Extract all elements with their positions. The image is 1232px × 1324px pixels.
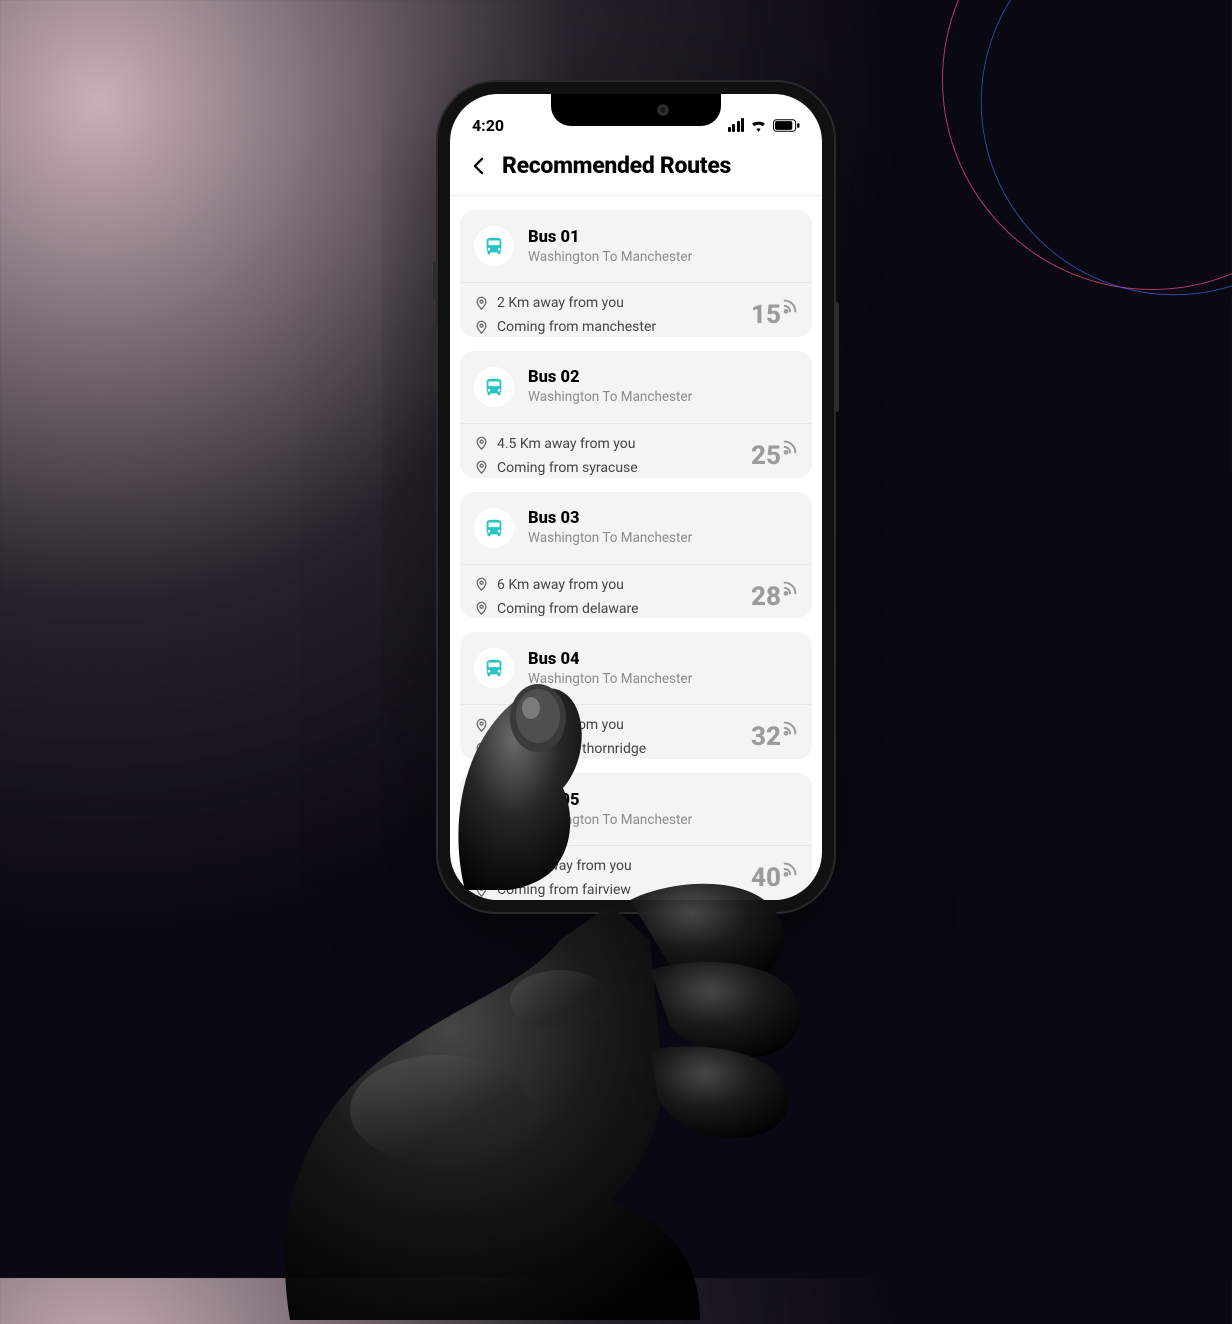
bus-route: Washington To Manchester <box>528 671 692 687</box>
location-icon <box>474 436 489 451</box>
signal-icon <box>782 861 798 877</box>
distance-text: 8 Km away from you <box>497 717 624 733</box>
distance-text: 10 Km away from you <box>497 858 632 874</box>
notch <box>551 94 721 126</box>
location-icon <box>474 883 489 898</box>
battery-icon <box>773 119 800 132</box>
bus-icon <box>474 367 514 407</box>
bus-icon <box>474 508 514 548</box>
bus-name: Bus 02 <box>528 368 692 387</box>
bus-icon <box>474 789 514 829</box>
passenger-count: 25 <box>751 443 781 469</box>
location-icon <box>474 320 489 335</box>
bus-route: Washington To Manchester <box>528 389 692 405</box>
phone-screen: 4:20 Recommended Routes <box>450 94 822 900</box>
bus-name: Bus 01 <box>528 228 692 247</box>
status-time: 4:20 <box>472 116 504 135</box>
location-icon <box>474 742 489 757</box>
route-card[interactable]: Bus 02 Washington To Manchester 4.5 Km a… <box>460 351 812 478</box>
origin-text: Coming from syracuse <box>497 460 638 476</box>
bus-name: Bus 04 <box>528 650 692 669</box>
bus-route: Washington To Manchester <box>528 812 692 828</box>
distance-text: 4.5 Km away from you <box>497 436 635 452</box>
location-icon <box>474 460 489 475</box>
page-title: Recommended Routes <box>502 152 731 179</box>
back-button[interactable] <box>468 156 488 176</box>
bus-icon <box>474 226 514 266</box>
wifi-icon <box>750 119 767 132</box>
route-list[interactable]: Bus 01 Washington To Manchester 2 Km awa… <box>450 196 822 900</box>
page-header: Recommended Routes <box>450 142 822 196</box>
passenger-count: 32 <box>751 724 781 750</box>
route-card[interactable]: Bus 01 Washington To Manchester 2 Km awa… <box>460 210 812 337</box>
distance-text: 2 Km away from you <box>497 295 624 311</box>
distance-text: 6 Km away from you <box>497 577 624 593</box>
route-card[interactable]: Bus 04 Washington To Manchester 8 Km awa… <box>460 632 812 759</box>
location-icon <box>474 296 489 311</box>
passenger-count: 28 <box>751 584 781 610</box>
location-icon <box>474 577 489 592</box>
location-icon <box>474 859 489 874</box>
bus-name: Bus 03 <box>528 509 692 528</box>
cellular-icon <box>726 118 744 132</box>
decorative-arcs <box>942 0 1232 290</box>
signal-icon <box>782 720 798 736</box>
signal-icon <box>782 580 798 596</box>
origin-text: Coming from manchester <box>497 319 656 335</box>
bus-name: Bus 05 <box>528 791 692 810</box>
bus-route: Washington To Manchester <box>528 530 692 546</box>
bus-route: Washington To Manchester <box>528 249 692 265</box>
passenger-count: 15 <box>751 302 781 328</box>
signal-icon <box>782 298 798 314</box>
route-card[interactable]: Bus 05 Washington To Manchester 10 Km aw… <box>460 773 812 900</box>
bus-icon <box>474 648 514 688</box>
signal-icon <box>782 439 798 455</box>
route-card[interactable]: Bus 03 Washington To Manchester 6 Km awa… <box>460 492 812 619</box>
passenger-count: 40 <box>751 865 781 891</box>
location-icon <box>474 718 489 733</box>
phone-mockup: 4:20 Recommended Routes <box>438 82 834 912</box>
origin-text: Coming from delaware <box>497 601 639 617</box>
origin-text: Coming from fairview <box>497 882 631 898</box>
origin-text: Coming from thornridge <box>497 741 646 757</box>
location-icon <box>474 601 489 616</box>
